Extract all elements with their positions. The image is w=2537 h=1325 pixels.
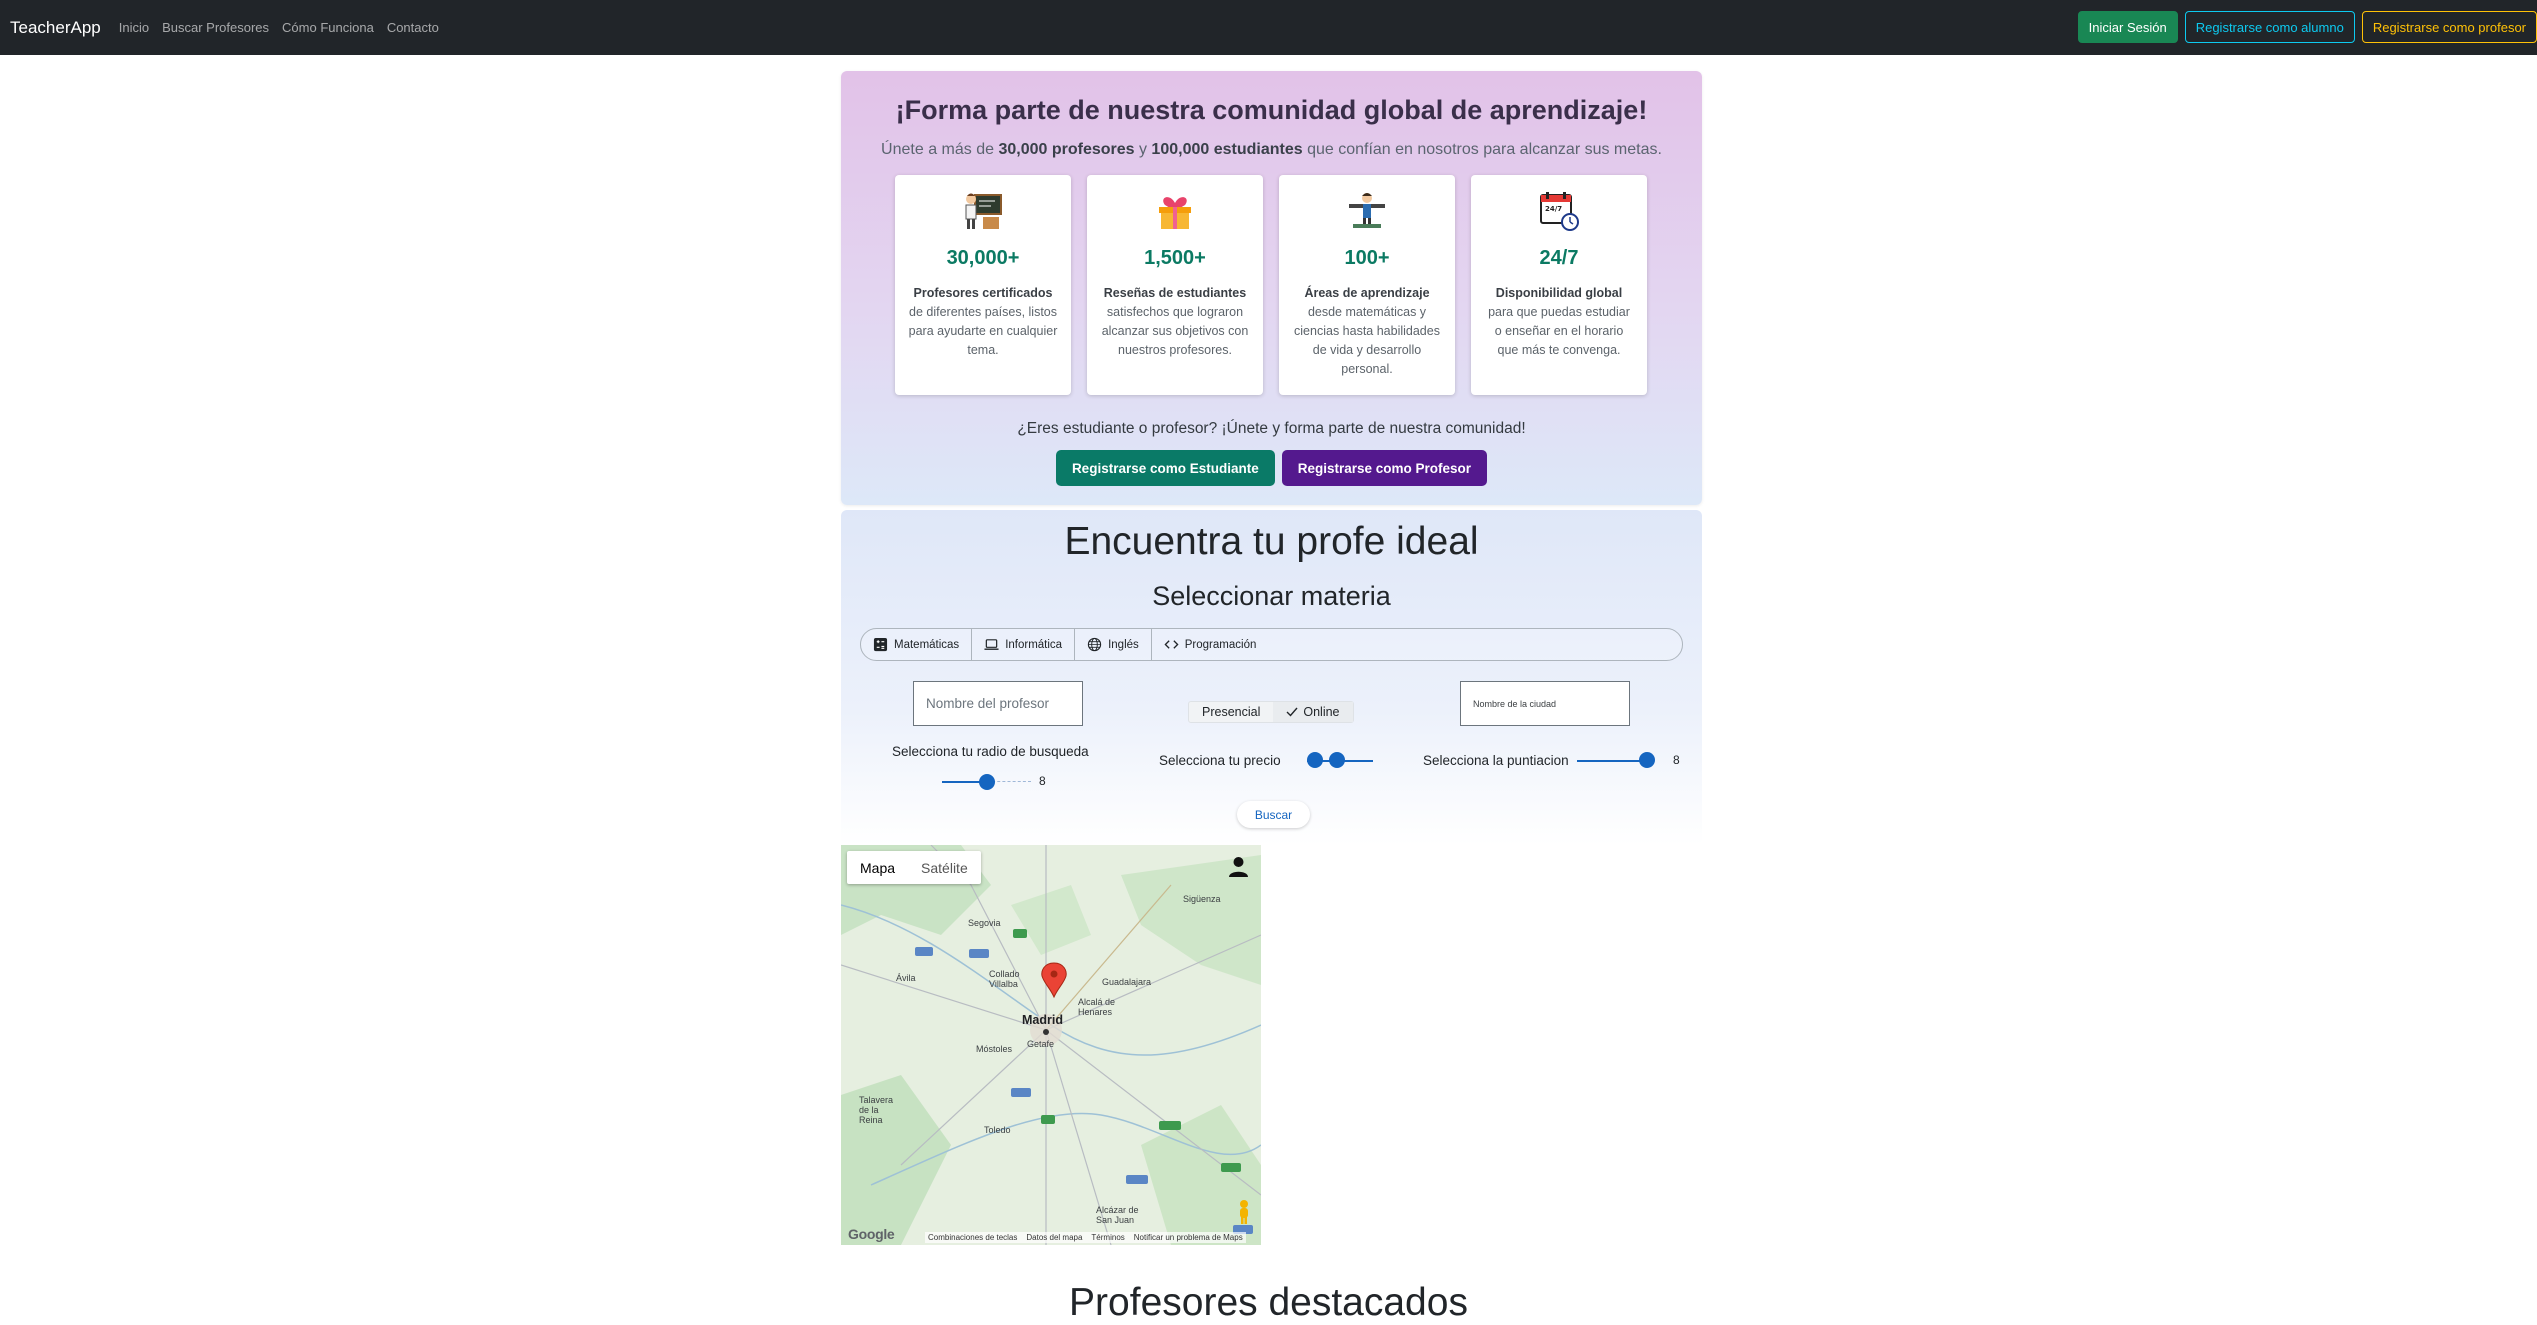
subject-label: Informática xyxy=(1005,638,1063,651)
stat-number: 100+ xyxy=(1344,247,1390,269)
nav-link-buscar-profesores[interactable]: Buscar Profesores xyxy=(162,20,269,35)
subject-matematicas[interactable]: Matemáticas xyxy=(861,629,973,660)
map-city-label: Alcalá de Henares xyxy=(1078,997,1116,1017)
subject-subtitle: Seleccionar materia xyxy=(1152,581,1391,611)
subject-informatica[interactable]: Informática xyxy=(972,629,1076,660)
map-city-label: Alcázar de San Juan xyxy=(1096,1205,1139,1225)
teacher-icon xyxy=(965,193,1002,229)
stat-number: 24/7 xyxy=(1539,247,1579,269)
map-city-label: Collado Villalba xyxy=(989,969,1020,989)
map-footer-shortcuts[interactable]: Combinaciones de teclas xyxy=(928,1233,1017,1242)
globe-icon xyxy=(1087,637,1102,652)
student-books-icon xyxy=(1349,193,1385,228)
price-label: Selecciona tu precio xyxy=(1159,753,1281,768)
rating-value: 8 xyxy=(1673,753,1680,767)
map-city-label: Segovia xyxy=(968,918,1001,928)
code-icon xyxy=(1164,640,1179,649)
nav-link-contacto[interactable]: Contacto xyxy=(387,20,439,35)
featured-teachers-title: Profesores destacados xyxy=(1069,1281,1468,1324)
subject-label: Matemáticas xyxy=(894,638,960,651)
nav-link-como-funciona[interactable]: Cómo Funciona xyxy=(282,20,374,35)
stat-card-areas: 100+ Áreas de aprendizaje desde matemáti… xyxy=(1279,175,1455,395)
map-city-label: Ávila xyxy=(896,973,916,983)
community-title: ¡Forma parte de nuestra comunidad global… xyxy=(895,95,1648,125)
community-section: ¡Forma parte de nuestra comunidad global… xyxy=(841,71,1702,505)
map-city-label: Sigüenza xyxy=(1183,894,1221,904)
stat-number: 30,000+ xyxy=(946,247,1020,269)
calendar-24-7-icon: 24/7 xyxy=(1540,192,1579,231)
rating-label: Selecciona la puntiacion xyxy=(1423,753,1569,768)
rating-slider-thumb[interactable] xyxy=(1639,752,1655,768)
subject-selector: Matemáticas Informática Inglés Programac… xyxy=(860,628,1683,661)
person-icon[interactable] xyxy=(1222,851,1255,884)
register-teacher-button[interactable]: Registrarse como profesor xyxy=(2361,11,2537,43)
price-slider-thumb-max[interactable] xyxy=(1329,752,1345,768)
mode-presencial-option[interactable]: Presencial xyxy=(1189,702,1273,722)
map-type-tabs: Mapa Satélite xyxy=(847,851,981,884)
map-city-label: Toledo xyxy=(984,1125,1011,1135)
stat-card-reviews: 1,500+ Reseñas de estudiantes satisfecho… xyxy=(1087,175,1263,395)
subject-label: Inglés xyxy=(1108,638,1139,651)
map-footer-terms[interactable]: Términos xyxy=(1091,1233,1124,1242)
map-footer-data[interactable]: Datos del mapa xyxy=(1026,1233,1082,1242)
map-tab-map[interactable]: Mapa xyxy=(847,851,908,884)
pegman-icon[interactable] xyxy=(1236,1199,1252,1225)
stat-description: Disponibilidad global para que puedas es… xyxy=(1488,286,1630,357)
stat-description: Áreas de aprendizaje desde matemáticas y… xyxy=(1294,286,1440,376)
community-question: ¿Eres estudiante o profesor? ¡Únete y fo… xyxy=(1017,420,1526,437)
mode-toggle: Presencial Online xyxy=(1188,701,1354,723)
search-section: Encuentra tu profe ideal Seleccionar mat… xyxy=(841,510,1702,845)
svg-text:24/7: 24/7 xyxy=(1545,205,1562,213)
register-student-button[interactable]: Registrarse como alumno xyxy=(2184,11,2355,43)
map-footer: Combinaciones de teclas Datos del mapa T… xyxy=(925,1232,1246,1243)
map-city-label: Guadalajara xyxy=(1102,977,1152,987)
heart-gift-icon xyxy=(1159,197,1191,229)
stat-card-availability: 24/7 24/7 Disponibilidad global para que… xyxy=(1471,175,1647,395)
nav-actions: Iniciar Sesión Registrarse como alumno R… xyxy=(2077,11,2537,43)
laptop-icon xyxy=(984,639,999,650)
calculator-icon xyxy=(873,637,888,652)
map-city-label: Talavera de la Reina xyxy=(859,1095,894,1125)
map-widget[interactable]: Segovia Sigüenza Ávila Collado Villalba … xyxy=(841,845,1261,1245)
stats-cards: 30,000+ Profesores certificados de difer… xyxy=(895,175,1647,395)
radius-value: 8 xyxy=(1039,774,1046,788)
city-name-input[interactable]: Nombre de la ciudad xyxy=(1460,681,1630,726)
radius-label: Selecciona tu radio de busqueda xyxy=(892,744,1089,759)
stat-card-teachers: 30,000+ Profesores certificados de difer… xyxy=(895,175,1071,395)
stat-description: Reseñas de estudiantes satisfechos que l… xyxy=(1101,286,1249,357)
google-logo: Google xyxy=(848,1226,895,1242)
check-icon xyxy=(1286,707,1298,717)
stat-description: Profesores certificados de diferentes pa… xyxy=(908,286,1058,357)
subject-label: Programación xyxy=(1184,638,1257,651)
stat-number: 1,500+ xyxy=(1144,247,1206,269)
login-button[interactable]: Iniciar Sesión xyxy=(2077,11,2178,43)
search-title: Encuentra tu profe ideal xyxy=(1064,520,1479,563)
radius-slider-thumb[interactable] xyxy=(979,774,995,790)
register-student-cta[interactable]: Registrarse como Estudiante xyxy=(1055,450,1275,486)
subject-programacion[interactable]: Programación xyxy=(1152,629,1269,660)
mode-online-label: Online xyxy=(1303,705,1340,719)
map-footer-report[interactable]: Notificar un problema de Maps xyxy=(1134,1233,1243,1242)
map-tab-satellite[interactable]: Satélite xyxy=(908,851,981,884)
nav-link-inicio[interactable]: Inicio xyxy=(119,20,149,35)
map-city-label: Getafe xyxy=(1027,1039,1055,1049)
mode-online-option[interactable]: Online xyxy=(1273,702,1353,722)
navbar: TeacherApp Inicio Buscar Profesores Cómo… xyxy=(0,0,2537,55)
community-subtitle: Únete a más de 30,000 profesores y 100,0… xyxy=(881,141,1662,158)
map-city-label: Móstoles xyxy=(976,1044,1013,1054)
register-teacher-cta[interactable]: Registrarse como Profesor xyxy=(1281,450,1488,486)
search-button[interactable]: Buscar xyxy=(1237,801,1310,828)
brand-logo[interactable]: TeacherApp xyxy=(10,18,101,38)
teacher-name-input[interactable]: Nombre del profesor xyxy=(913,681,1083,726)
community-buttons: Registrarse como Estudiante Registrarse … xyxy=(841,450,1702,486)
price-slider-thumb-min[interactable] xyxy=(1307,752,1323,768)
map-city-label-madrid: Madrid xyxy=(1022,1013,1063,1027)
subject-ingles[interactable]: Inglés xyxy=(1075,629,1152,660)
